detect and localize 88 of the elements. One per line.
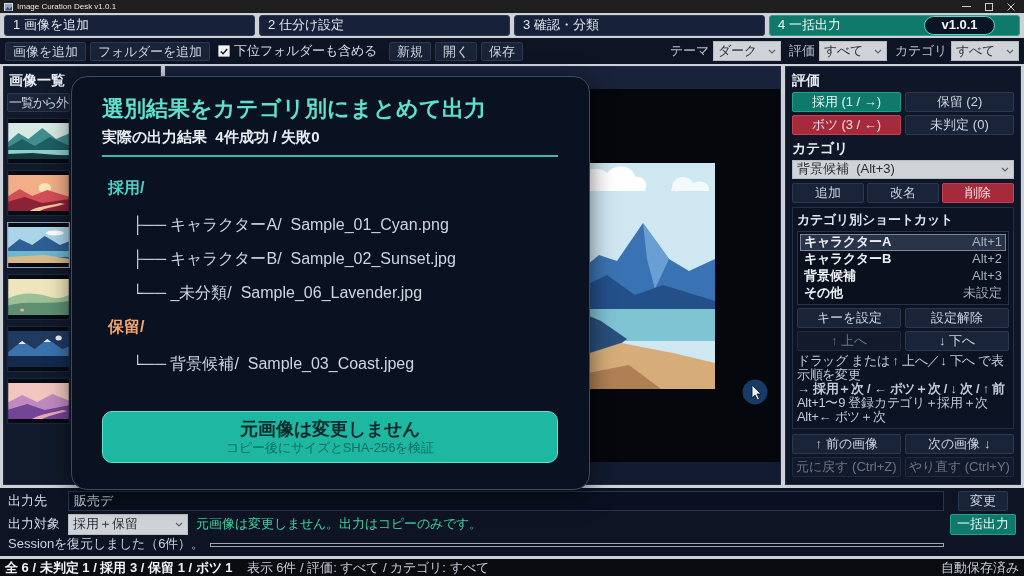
status-counts: 全 6 / 未判定 1 / 採用 3 / 保留 1 / ボツ 1 [5, 560, 233, 575]
toolbar-button[interactable]: 画像を追加 [5, 41, 86, 61]
version-badge: v1.0.1 [924, 16, 995, 35]
folder-label: 採用/ [108, 178, 145, 198]
landscape-thumbnail-drawing[interactable] [7, 118, 70, 164]
shortcut-key: 未設定 [963, 286, 1002, 301]
step-tab[interactable]: 4 一括出力 v1.0.1 [769, 15, 1020, 36]
navigation-button[interactable]: ↑ 前の画像 [792, 434, 901, 454]
shortcut-row[interactable]: キャラクターA Alt+1 [800, 234, 1006, 251]
shortcut-button[interactable]: キーを設定 [797, 308, 901, 328]
toolbar-button[interactable]: 保存 [481, 41, 523, 61]
shortcut-key: Alt+2 [972, 252, 1002, 267]
dialog-subtitle: 実際の出力結果 4件成功 / 失敗0 [102, 127, 320, 147]
close-icon[interactable] [1007, 2, 1015, 11]
window-title: Image Curation Desk v1.0.1 [17, 1, 117, 12]
dialog-title: 選別結果をカテゴリ別にまとめて出力 [102, 95, 486, 123]
export-button[interactable]: 一括出力 [950, 513, 1016, 535]
rating-button[interactable]: 未判定 (0) [905, 115, 1014, 135]
shortcut-key: Alt+3 [972, 269, 1002, 284]
category-name: キャラクターA [804, 235, 892, 250]
tree-entry: ├── キャラクターB/ Sample_02_Sunset.jpg [132, 248, 456, 271]
status-filter: 表示 6件 / 評価: すべて / カテゴリ: すべて [246, 560, 489, 575]
checkbox[interactable] [218, 45, 230, 57]
caret-icon [768, 48, 776, 54]
category-button[interactable]: 削除 [942, 183, 1014, 203]
step-tab[interactable]: 1 画像を追加 [4, 15, 255, 36]
tree-entry: └── _未分類/ Sample_06_Lavender.jpg [132, 282, 423, 303]
shortcut-button[interactable]: 設定解除 [905, 308, 1009, 328]
change-button[interactable]: 変更 [958, 491, 1008, 511]
shortcut-row[interactable]: その他 未設定 [800, 285, 1006, 302]
caret-icon [1001, 167, 1009, 172]
maximize-icon[interactable] [985, 2, 993, 11]
notice-text: 元画像は変更しません。出力はコピーのみです。 [196, 516, 482, 532]
rating-button[interactable]: ボツ (3 / ←) [792, 115, 901, 135]
tree-entry: └── 背景候補/ Sample_03_Coast.jpeg [132, 353, 415, 374]
save-status: 自動保存済み [941, 560, 1019, 575]
filter-select[interactable]: すべて [951, 41, 1019, 61]
landscape-thumbnail-drawing[interactable] [7, 170, 70, 216]
filter-select[interactable]: ダーク [713, 41, 781, 61]
checkbox-label: 下位フォルダーも含める [234, 43, 377, 59]
panel-title: カテゴリ別ショートカット [797, 212, 953, 228]
caret-icon [874, 48, 882, 54]
landscape-thumbnail-drawing[interactable] [7, 326, 70, 372]
panel-title: 画像一覧 [9, 72, 65, 89]
help-text: Alt+1〜9 登録カテゴリ＋採用＋次 [797, 396, 990, 410]
field-label: 出力先 [8, 493, 47, 509]
help-text: ドラッグ または ↑ 上へ／↓ 下へ で表示順を変更 [797, 354, 1004, 382]
notice-title: 元画像は変更しません [240, 418, 420, 440]
shortcut-key: Alt+1 [972, 235, 1002, 250]
category-name: その他 [804, 286, 843, 301]
category-name: キャラクターB [804, 252, 892, 267]
session-message: Sessionを復元しました（6件）。 [8, 537, 205, 552]
rating-button[interactable]: 採用 (1 / →) [792, 92, 901, 112]
section-title: カテゴリ [792, 140, 848, 157]
filter-label: 評価 [789, 43, 815, 59]
help-text: → 採用＋次 / ← ボツ＋次 / ↓ 次 / ↑ 前 [797, 382, 1006, 396]
remove-from-list-button[interactable]: 一覧から外 [7, 93, 70, 112]
category-button[interactable]: 追加 [792, 183, 864, 203]
cursor-icon [742, 379, 768, 405]
step-tab[interactable]: 3 確認・分類 [514, 15, 765, 36]
filter-select[interactable]: すべて [819, 41, 887, 61]
category-select[interactable]: 背景候補 (Alt+3) [792, 160, 1014, 179]
toolbar-button[interactable]: 開く [435, 41, 477, 61]
tree-entry: ├── キャラクターA/ Sample_01_Cyan.png [132, 214, 449, 237]
field-label: 出力対象 [8, 516, 60, 532]
landscape-thumbnail-drawing[interactable] [7, 274, 70, 320]
toolbar-button[interactable]: 新規 [389, 41, 431, 61]
rating-button[interactable]: 保留 (2) [905, 92, 1014, 112]
landscape-thumbnail-drawing[interactable] [7, 222, 70, 268]
section-title: 評価 [792, 72, 820, 89]
toolbar-button[interactable]: フォルダーを追加 [90, 41, 210, 61]
filter-label: カテゴリ [895, 43, 947, 59]
output-target-select[interactable]: 採用＋保留 [68, 513, 188, 535]
category-button[interactable]: 改名 [867, 183, 939, 203]
output-folder-field[interactable]: 販売デ [68, 491, 944, 511]
filter-label: テーマ [670, 43, 709, 59]
caret-icon [1006, 48, 1014, 54]
caret-icon [175, 521, 183, 527]
shortcut-row[interactable]: 背景候補 Alt+3 [800, 268, 1006, 285]
help-text: Alt+← ボツ＋次 [797, 410, 887, 424]
landscape-thumbnail-drawing[interactable] [7, 378, 70, 424]
shortcut-button[interactable]: ↓ 下へ [905, 331, 1009, 351]
navigation-button[interactable]: 次の画像 ↓ [905, 434, 1014, 454]
folder-label: 保留/ [108, 317, 145, 337]
category-name: 背景候補 [804, 269, 856, 284]
step-tab[interactable]: 2 仕分け設定 [259, 15, 510, 36]
app-icon [4, 2, 13, 11]
shortcut-row[interactable]: キャラクターB Alt+2 [800, 251, 1006, 268]
